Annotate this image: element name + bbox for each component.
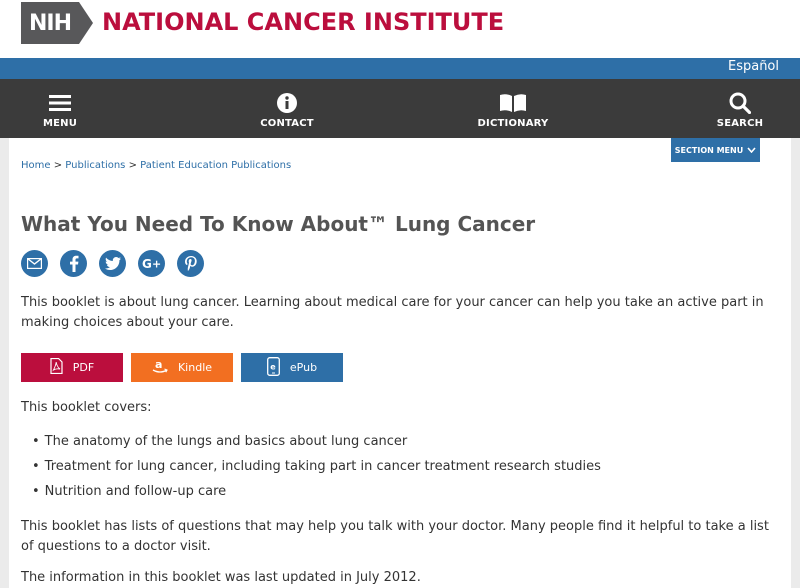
svg-text:a: a	[155, 358, 162, 371]
share-bar: G +	[21, 250, 204, 277]
svg-text:+: +	[152, 258, 161, 271]
breadcrumb-separator: >	[128, 160, 137, 171]
nav-search-button[interactable]: SEARCH	[716, 79, 764, 138]
nav-search-label: SEARCH	[716, 118, 764, 129]
epub-button[interactable]: e ePub	[241, 353, 343, 382]
breadcrumb-separator: >	[53, 160, 63, 171]
list-item: Treatment for lung cancer, including tak…	[32, 457, 601, 482]
pdf-label: PDF	[72, 361, 95, 374]
svg-text:G: G	[142, 257, 152, 270]
page-title: What You Need To Know About™ Lung Cancer	[21, 212, 536, 236]
section-menu-button[interactable]: SECTION MENU	[671, 138, 760, 162]
search-icon	[729, 88, 751, 118]
covers-heading: This booklet covers:	[21, 400, 152, 415]
site-header: NIH NATIONAL CANCER INSTITUTE	[0, 0, 800, 58]
kindle-label: Kindle	[177, 361, 213, 374]
language-bar: Español	[0, 58, 800, 79]
breadcrumb-patient-education[interactable]: Patient Education Publications	[140, 160, 291, 171]
section-menu-label: SECTION MENU	[674, 145, 744, 155]
ebook-reader-icon: e	[266, 356, 280, 379]
email-icon[interactable]	[21, 250, 48, 277]
twitter-icon[interactable]	[99, 250, 126, 277]
breadcrumb: Home > Publications > Patient Education …	[21, 160, 291, 171]
epub-label: ePub	[289, 361, 318, 374]
questions-paragraph: This booklet has lists of questions that…	[21, 519, 769, 554]
nih-logo-text: NIH	[21, 2, 79, 44]
facebook-icon[interactable]	[60, 250, 87, 277]
pdf-icon	[50, 357, 63, 377]
updated-paragraph: The information in this booklet was last…	[21, 570, 421, 585]
main-nav: MENU CONTACT DICTIONARY SEARCH	[0, 79, 800, 138]
kindle-button[interactable]: a Kindle	[131, 353, 233, 382]
info-icon	[276, 88, 298, 118]
covers-list: The anatomy of the lungs and basics abou…	[32, 432, 601, 507]
chevron-down-icon	[747, 146, 756, 155]
nav-dictionary-button[interactable]: DICTIONARY	[478, 79, 548, 138]
nav-contact-label: CONTACT	[260, 118, 314, 129]
nav-dictionary-label: DICTIONARY	[477, 118, 549, 129]
nav-menu-button[interactable]: MENU	[42, 79, 78, 138]
nav-contact-button[interactable]: CONTACT	[255, 79, 319, 138]
nih-logo-chevron	[79, 2, 93, 44]
amazon-icon: a	[152, 358, 168, 377]
nav-menu-label: MENU	[42, 118, 78, 129]
pinterest-icon[interactable]	[177, 250, 204, 277]
institute-name[interactable]: NATIONAL CANCER INSTITUTE	[102, 8, 504, 36]
svg-text:e: e	[270, 362, 276, 371]
hamburger-icon	[49, 88, 71, 118]
nih-logo[interactable]: NIH	[21, 2, 93, 44]
pdf-button[interactable]: PDF	[21, 353, 123, 382]
list-item: Nutrition and follow-up care	[32, 482, 601, 507]
intro-paragraph: This booklet is about lung cancer. Learn…	[21, 295, 764, 330]
download-buttons: PDF a Kindle e ePub	[21, 353, 343, 382]
breadcrumb-publications[interactable]: Publications	[65, 160, 125, 171]
espanol-link[interactable]: Español	[728, 59, 779, 74]
google-plus-icon[interactable]: G +	[138, 250, 165, 277]
list-item: The anatomy of the lungs and basics abou…	[32, 432, 601, 457]
breadcrumb-home[interactable]: Home	[21, 160, 51, 171]
book-icon	[499, 88, 527, 118]
